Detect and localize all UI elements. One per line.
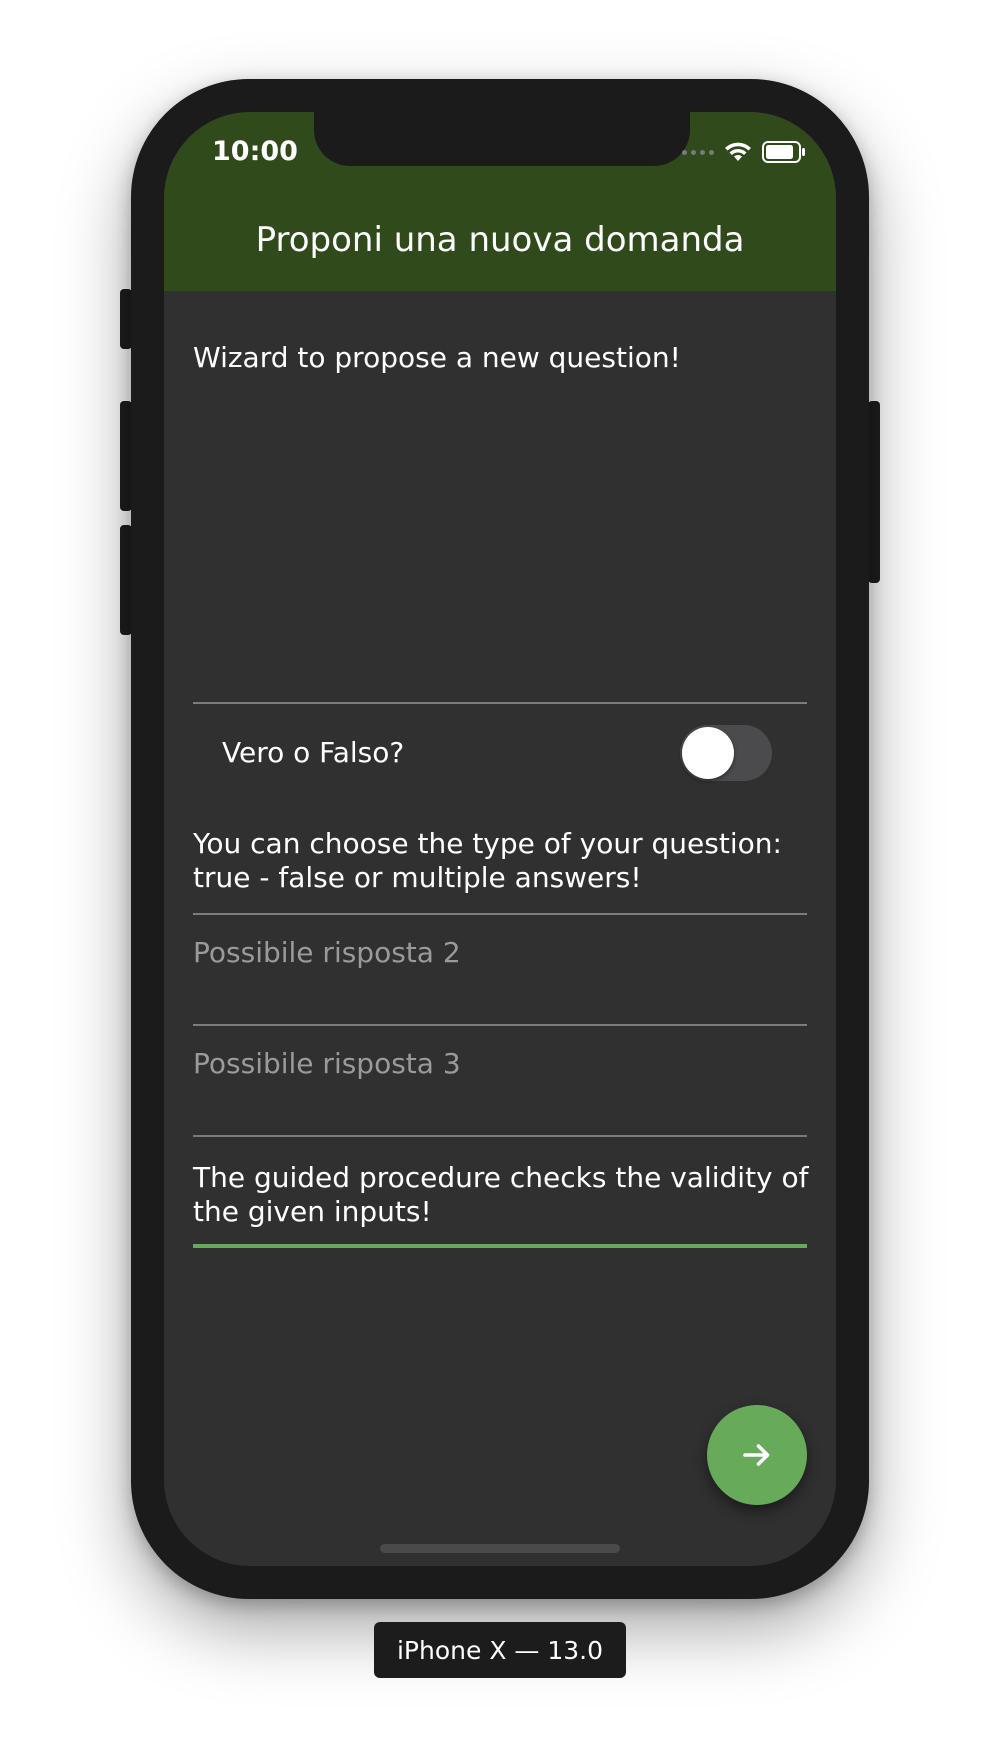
- status-icons: [682, 141, 806, 163]
- answer-2-underline: [193, 1024, 807, 1026]
- device-screen: 10:00 Proponi una nuova domanda Wizard t…: [164, 112, 836, 1566]
- answer-3-underline: [193, 1135, 807, 1137]
- wifi-icon: [725, 142, 751, 161]
- question-field-underline: [193, 702, 807, 704]
- battery-icon: [762, 141, 805, 163]
- status-time: 10:00: [212, 136, 298, 167]
- next-button[interactable]: [707, 1405, 807, 1505]
- focused-field-underline: [193, 1244, 807, 1248]
- answer-3-field[interactable]: Possibile risposta 3: [193, 1047, 461, 1080]
- arrow-right-icon: [743, 1444, 770, 1466]
- cellular-signal-icon: [682, 149, 714, 155]
- app-bar: 10:00 Proponi una nuova domanda: [164, 112, 836, 291]
- answer-2-field[interactable]: Possibile risposta 2: [193, 936, 461, 969]
- answer-1-underline: [193, 913, 807, 915]
- simulator-stage: 10:00 Proponi una nuova domanda Wizard t…: [0, 0, 1000, 1750]
- power-button: [868, 401, 880, 583]
- intro-text: Wizard to propose a new question!: [193, 341, 681, 374]
- device-label: iPhone X — 13.0: [374, 1622, 626, 1678]
- validation-hint[interactable]: The guided procedure checks the validity…: [193, 1161, 813, 1229]
- question-type-hint: You can choose the type of your question…: [193, 827, 782, 894]
- notch: [314, 112, 690, 166]
- page-title: Proponi una nuova domanda: [255, 220, 745, 260]
- home-indicator[interactable]: [380, 1544, 620, 1553]
- switch-thumb[interactable]: [682, 727, 734, 779]
- true-false-toggle-label: Vero o Falso?: [222, 736, 405, 769]
